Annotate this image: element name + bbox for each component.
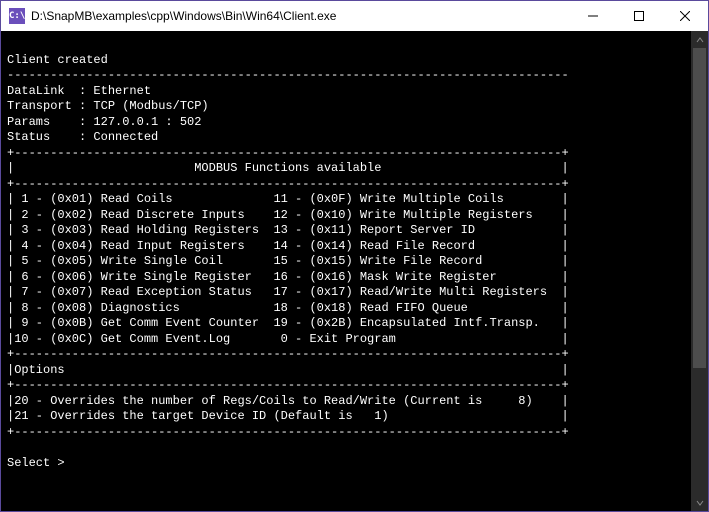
- console-line: +---------------------------------------…: [7, 378, 569, 392]
- console-line: | 9 - (0x0B) Get Comm Event Counter 19 -…: [7, 316, 569, 330]
- console-line: | 2 - (0x02) Read Discrete Inputs 12 - (…: [7, 208, 569, 222]
- console-line: +---------------------------------------…: [7, 347, 569, 361]
- window-title: D:\SnapMB\examples\cpp\Windows\Bin\Win64…: [31, 9, 336, 23]
- minimize-icon: [588, 11, 598, 21]
- console-line: | MODBUS Functions available |: [7, 161, 569, 175]
- close-button[interactable]: [662, 1, 708, 31]
- titlebar: C:\ D:\SnapMB\examples\cpp\Windows\Bin\W…: [1, 1, 708, 31]
- console-line: | 7 - (0x07) Read Exception Status 17 - …: [7, 285, 569, 299]
- vertical-scrollbar[interactable]: [691, 31, 708, 511]
- console-line: DataLink : Ethernet: [7, 84, 151, 98]
- console-line: |20 - Overrides the number of Regs/Coils…: [7, 394, 569, 408]
- console-prompt: Select >: [7, 456, 72, 470]
- console-line: +---------------------------------------…: [7, 177, 569, 191]
- console-line: | 5 - (0x05) Write Single Coil 15 - (0x1…: [7, 254, 569, 268]
- app-icon: C:\: [9, 8, 25, 24]
- scroll-down-button[interactable]: [691, 494, 708, 511]
- console-line: |21 - Overrides the target Device ID (De…: [7, 409, 569, 423]
- maximize-icon: [634, 11, 644, 21]
- console-line: Status : Connected: [7, 130, 158, 144]
- console-line: | 1 - (0x01) Read Coils 11 - (0x0F) Writ…: [7, 192, 569, 206]
- chevron-down-icon: [696, 499, 704, 507]
- scroll-up-button[interactable]: [691, 31, 708, 48]
- console-line: +---------------------------------------…: [7, 146, 569, 160]
- console-line: | 6 - (0x06) Write Single Register 16 - …: [7, 270, 569, 284]
- client-area: Client created -------------------------…: [1, 31, 708, 511]
- console-line: |Options |: [7, 363, 569, 377]
- console-line: ----------------------------------------…: [7, 68, 569, 82]
- console-line: |10 - (0x0C) Get Comm Event.Log 0 - Exit…: [7, 332, 569, 346]
- console-line: | 3 - (0x03) Read Holding Registers 13 -…: [7, 223, 569, 237]
- console-line: | 8 - (0x08) Diagnostics 18 - (0x18) Rea…: [7, 301, 569, 315]
- minimize-button[interactable]: [570, 1, 616, 31]
- console-output[interactable]: Client created -------------------------…: [1, 31, 691, 511]
- app-window: C:\ D:\SnapMB\examples\cpp\Windows\Bin\W…: [0, 0, 709, 512]
- scroll-thumb[interactable]: [693, 48, 706, 368]
- console-line: +---------------------------------------…: [7, 425, 569, 439]
- console-line: Client created: [7, 53, 108, 67]
- close-icon: [680, 11, 690, 21]
- chevron-up-icon: [696, 36, 704, 44]
- maximize-button[interactable]: [616, 1, 662, 31]
- console-line: Params : 127.0.0.1 : 502: [7, 115, 201, 129]
- console-line: | 4 - (0x04) Read Input Registers 14 - (…: [7, 239, 569, 253]
- console-line: Transport : TCP (Modbus/TCP): [7, 99, 209, 113]
